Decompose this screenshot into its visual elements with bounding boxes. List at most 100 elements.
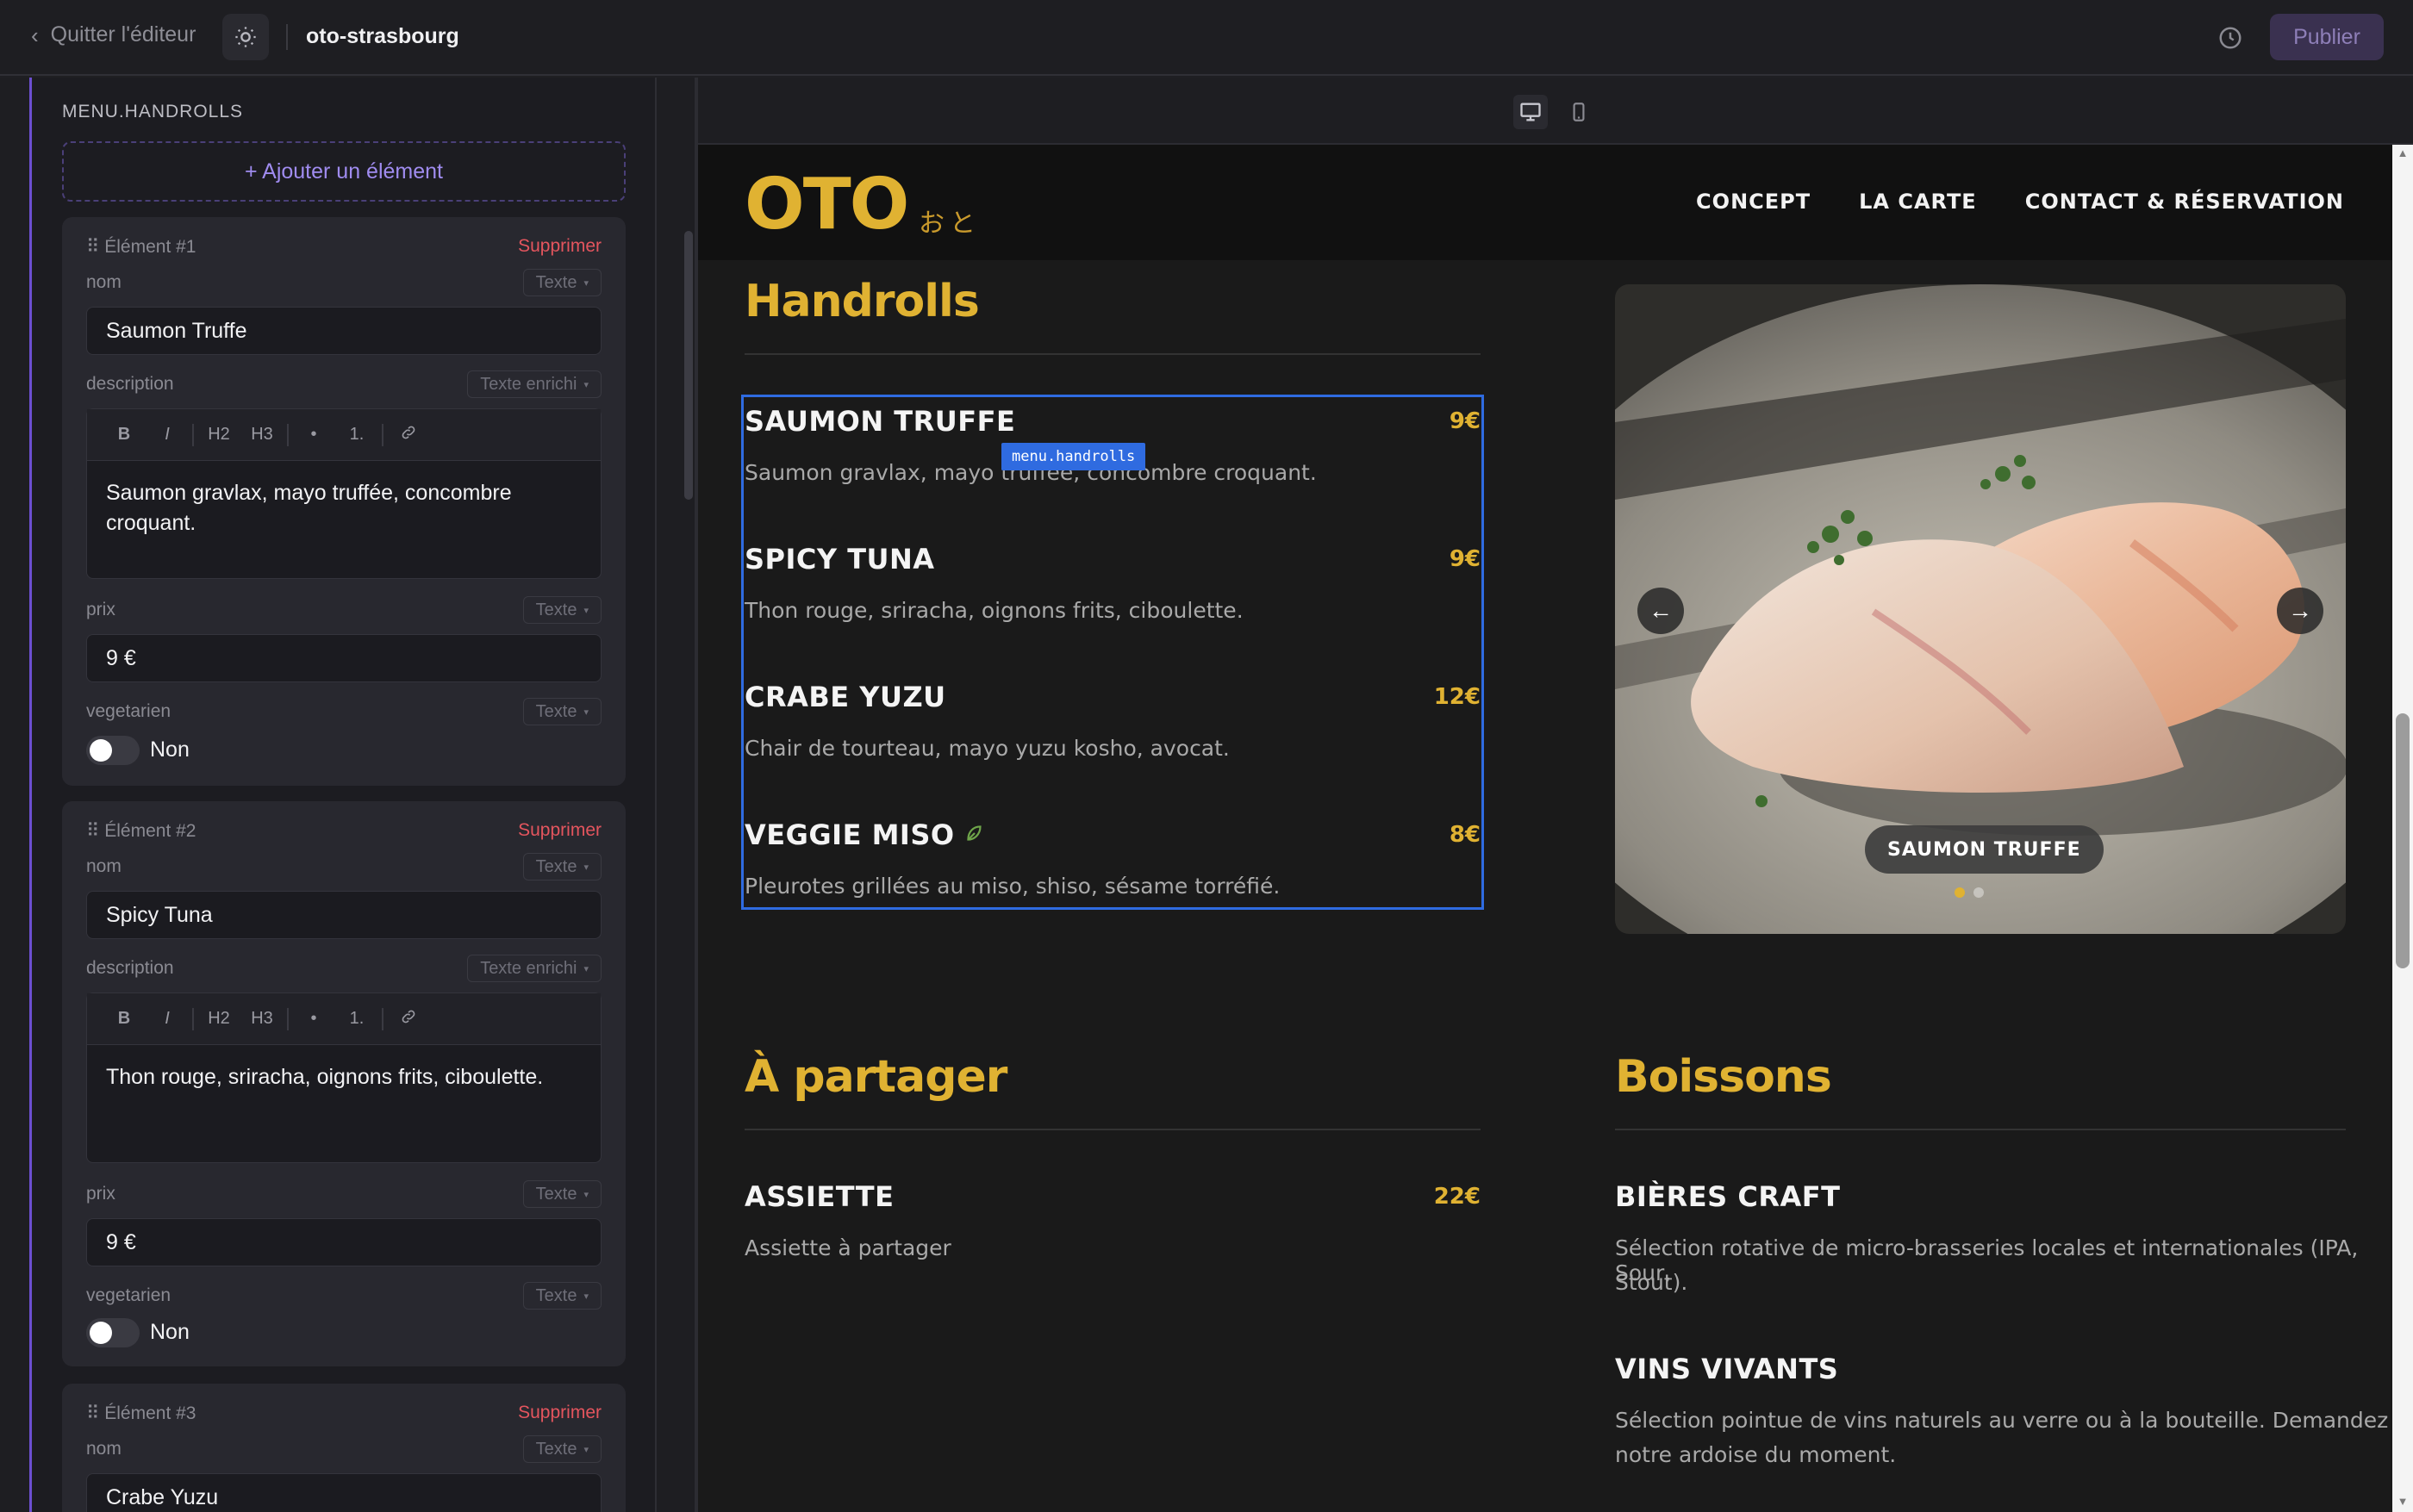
- vegetarien-toggle[interactable]: [86, 1318, 140, 1347]
- toolbar-divider: [287, 1007, 289, 1030]
- section-divider: [745, 353, 1481, 355]
- topbar-divider: [286, 24, 288, 50]
- field-type-select[interactable]: Texte enrichi ▾: [467, 955, 602, 982]
- prix-input[interactable]: 9 €: [86, 634, 602, 682]
- site-logo[interactable]: OTO: [745, 164, 909, 246]
- field-type-select[interactable]: Texte ▾: [522, 698, 602, 725]
- nom-input[interactable]: Spicy Tuna: [86, 891, 602, 939]
- caret-down-icon: ▾: [583, 706, 589, 718]
- link-button[interactable]: [387, 424, 430, 446]
- field-label-description: description: [86, 374, 174, 394]
- carousel-dot[interactable]: [1973, 887, 1984, 898]
- caret-down-icon: ▾: [583, 963, 589, 974]
- sidebar-scroll-thumb[interactable]: [684, 231, 693, 500]
- drag-handle-icon[interactable]: ⠿: [86, 821, 99, 841]
- ordered-list-button[interactable]: 1.: [335, 1009, 378, 1029]
- nav-link-concept[interactable]: CONCEPT: [1696, 190, 1811, 214]
- clock-icon: [2219, 27, 2242, 49]
- description-text: Saumon gravlax, mayo truffée, concombre …: [106, 481, 512, 535]
- field-label-description: description: [86, 958, 174, 978]
- mobile-view-button[interactable]: [1562, 95, 1596, 129]
- site-logo-japanese: おと: [919, 209, 981, 238]
- menu-item-description: Sélection rotative de micro-brasseries l…: [1615, 1235, 2359, 1285]
- prix-input[interactable]: 9 €: [86, 1218, 602, 1266]
- nav-link-contact[interactable]: CONTACT & RÉSERVATION: [2025, 190, 2344, 214]
- field-type-select[interactable]: Texte ▾: [522, 1282, 602, 1310]
- scroll-up-arrow[interactable]: ▲: [2396, 146, 2410, 160]
- drag-handle-icon[interactable]: ⠿: [86, 237, 99, 257]
- quit-editor-button[interactable]: ‹ Quitter l'éditeur: [31, 22, 196, 47]
- carousel-dot-active[interactable]: [1955, 887, 1965, 898]
- field-label-vegetarien: vegetarien: [86, 1285, 171, 1305]
- link-icon: [402, 1010, 415, 1023]
- h3-button[interactable]: H3: [240, 1009, 284, 1029]
- field-type-select[interactable]: Texte ▾: [522, 596, 602, 624]
- site-header: OTO おと CONCEPT LA CARTE CONTACT & RÉSERV…: [698, 145, 2392, 260]
- nom-input[interactable]: Crabe Yuzu: [86, 1473, 602, 1512]
- toggle-label: Non: [150, 1320, 190, 1344]
- theme-toggle-button[interactable]: [222, 14, 269, 60]
- toggle-knob: [90, 1322, 112, 1344]
- h2-button[interactable]: H2: [197, 1009, 240, 1029]
- h3-button[interactable]: H3: [240, 425, 284, 445]
- toolbar-divider: [192, 423, 194, 446]
- field-type-select[interactable]: Texte enrichi ▾: [467, 370, 602, 398]
- toggle-label: Non: [150, 737, 190, 762]
- field-type-select[interactable]: Texte ▾: [522, 269, 602, 296]
- link-icon: [402, 426, 415, 439]
- publish-button[interactable]: Publier: [2270, 14, 2384, 60]
- rich-text-toolbar: B I H2 H3 • 1.: [87, 409, 601, 461]
- element-card-3: ⠿ Élément #3 Supprimer nom Texte ▾ Crabe …: [62, 1384, 626, 1512]
- drag-handle-icon[interactable]: ⠿: [86, 1403, 99, 1423]
- element-card-1: ⠿ Élément #1 Supprimer nom Texte ▾ Saumon…: [62, 217, 626, 786]
- site-preview: OTO おと CONCEPT LA CARTE CONTACT & RÉSERV…: [698, 145, 2392, 1512]
- bullet-list-button[interactable]: •: [292, 1009, 335, 1029]
- scroll-down-arrow[interactable]: ▼: [2396, 1495, 2410, 1509]
- delete-element-button[interactable]: Supprimer: [518, 820, 602, 841]
- preview-scroll-thumb[interactable]: [2396, 713, 2410, 968]
- field-type-select[interactable]: Texte ▾: [522, 853, 602, 880]
- element-header: ⠿ Élément #1: [86, 237, 196, 257]
- carousel-prev-button[interactable]: ←: [1637, 588, 1684, 634]
- sun-icon: [235, 27, 256, 47]
- desktop-view-button[interactable]: [1513, 95, 1548, 129]
- caret-down-icon: ▾: [583, 277, 589, 289]
- link-button[interactable]: [387, 1008, 430, 1030]
- bold-button[interactable]: B: [103, 1009, 146, 1029]
- field-type-select[interactable]: Texte ▾: [522, 1435, 602, 1463]
- h2-button[interactable]: H2: [197, 425, 240, 445]
- italic-button[interactable]: I: [146, 1009, 189, 1029]
- selection-outline[interactable]: [741, 395, 1484, 910]
- ordered-list-button[interactable]: 1.: [335, 425, 378, 445]
- element-card-2: ⠿ Élément #2 Supprimer nom Texte ▾ Spicy …: [62, 801, 626, 1366]
- carousel-image: ← → SAUMON TRUFFE: [1615, 284, 2346, 934]
- carousel-next-button[interactable]: →: [2277, 588, 2323, 634]
- caret-down-icon: ▾: [583, 1291, 589, 1302]
- nom-input[interactable]: Saumon Truffe: [86, 307, 602, 355]
- section-heading-partager: À partager: [745, 1051, 1007, 1103]
- field-type-select[interactable]: Texte ▾: [522, 1180, 602, 1208]
- description-text: Thon rouge, sriracha, oignons frits, cib…: [106, 1065, 544, 1089]
- editor-topbar: ‹ Quitter l'éditeur oto-strasbourg Publi…: [0, 0, 2413, 76]
- field-label-vegetarien: vegetarien: [86, 701, 171, 721]
- mobile-icon: [1573, 103, 1585, 121]
- history-button[interactable]: [2213, 21, 2248, 55]
- toolbar-divider: [382, 423, 383, 446]
- add-element-button[interactable]: + Ajouter un élément: [62, 141, 626, 202]
- delete-element-button[interactable]: Supprimer: [518, 236, 602, 257]
- caret-down-icon: ▾: [583, 862, 589, 873]
- bullet-list-button[interactable]: •: [292, 425, 335, 445]
- nav-link-la-carte[interactable]: LA CARTE: [1859, 190, 1977, 214]
- description-editor[interactable]: B I H2 H3 • 1. Saumon gravlax, mayo truf…: [86, 408, 602, 579]
- delete-element-button[interactable]: Supprimer: [518, 1403, 602, 1423]
- menu-item-price: 22€: [1433, 1184, 1481, 1210]
- bold-button[interactable]: B: [103, 425, 146, 445]
- vegetarien-toggle[interactable]: [86, 736, 140, 765]
- section-heading-boissons: Boissons: [1615, 1051, 1832, 1103]
- site-name: oto-strasbourg: [306, 24, 459, 48]
- rich-text-toolbar: B I H2 H3 • 1.: [87, 993, 601, 1045]
- description-editor[interactable]: B I H2 H3 • 1. Thon rouge, sriracha, oig…: [86, 992, 602, 1163]
- menu-item-description: Stout).: [1615, 1270, 1688, 1295]
- italic-button[interactable]: I: [146, 425, 189, 445]
- menu-item-name: ASSIETTE: [745, 1180, 895, 1213]
